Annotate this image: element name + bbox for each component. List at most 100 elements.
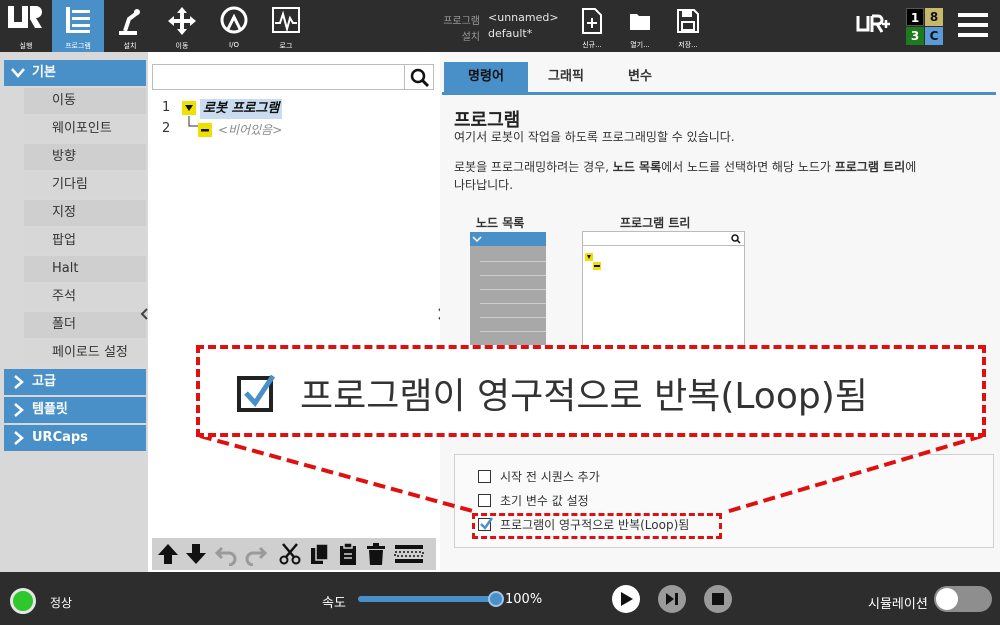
undo-icon[interactable] — [214, 542, 238, 566]
empty-node-icon — [198, 123, 212, 137]
simulation-label: 시뮬레이션 — [868, 597, 928, 612]
callout-pointer — [199, 434, 983, 514]
category-advanced[interactable]: 고급 — [4, 369, 146, 395]
step-icon — [666, 593, 678, 605]
tab-variables[interactable]: 변수 — [604, 62, 676, 92]
category-basic-label: 기본 — [32, 65, 56, 80]
category-advanced-label: 고급 — [32, 374, 56, 389]
io-icon — [220, 6, 248, 34]
step-button[interactable] — [658, 585, 686, 613]
installation-name: default* — [488, 27, 533, 40]
io-status-c: C — [925, 27, 943, 45]
speed-label: 속도 — [322, 596, 346, 611]
save-label: 저장... — [678, 41, 698, 49]
diagram-program-tree-title: 프로그램 트리 — [620, 216, 691, 230]
redo-icon[interactable] — [244, 542, 268, 566]
diagram-program-tree — [582, 231, 745, 347]
hamburger-menu-icon[interactable] — [958, 12, 988, 38]
category-urcaps[interactable]: URCaps — [4, 425, 146, 451]
chevron-down-icon — [11, 68, 25, 78]
tab-log[interactable]: 로그 — [260, 0, 312, 52]
tab-io[interactable]: I/O — [208, 0, 260, 52]
open-button[interactable]: 열기... — [618, 0, 662, 52]
stop-button[interactable] — [704, 585, 732, 613]
move-down-icon[interactable] — [184, 542, 208, 566]
footer-bar: 정상 속도 100% 시뮬레이션 — [0, 572, 1000, 625]
robot-program-label: 로봇 프로그램 — [200, 99, 283, 119]
description-2-node-list: 노드 목록 — [612, 160, 662, 174]
open-label: 열기... — [630, 41, 650, 49]
new-label: 신규... — [582, 41, 602, 49]
tab-run[interactable]: 실행 — [0, 0, 52, 52]
checkbox-checked-icon — [237, 374, 276, 412]
node-item-folder[interactable]: 폴더 — [24, 312, 146, 338]
node-item-wait[interactable]: 기다림 — [24, 172, 146, 198]
empty-node-label: <비어있음> — [218, 123, 283, 137]
category-templates[interactable]: 템플릿 — [4, 397, 146, 423]
node-item-set-payload[interactable]: 페이로드 설정 — [24, 340, 146, 366]
program-label: 프로그램 — [443, 16, 480, 27]
tab-run-label: 실행 — [19, 42, 33, 50]
highlight-box — [472, 513, 722, 539]
copy-icon[interactable] — [308, 542, 332, 566]
robot-status-text: 정상 — [50, 596, 73, 610]
node-item-direction[interactable]: 방향 — [24, 144, 146, 170]
stop-icon — [712, 593, 724, 605]
tab-installation[interactable]: 설치 — [104, 0, 156, 52]
callout-text: 프로그램이 영구적으로 반복(Loop)됨 — [300, 376, 868, 417]
io-status-3: 3 — [906, 27, 924, 45]
chevron-right-icon — [14, 431, 24, 445]
new-button[interactable]: 신규... — [570, 0, 614, 52]
tab-move-label: 이동 — [175, 42, 189, 50]
move-up-icon[interactable] — [156, 542, 180, 566]
description-2-text: 에서 노드를 선택하면 해당 노드가 — [661, 160, 835, 174]
tab-graphics[interactable]: 그래픽 — [528, 62, 604, 92]
node-item-halt[interactable]: Halt — [24, 256, 146, 282]
save-button[interactable]: 저장... — [666, 0, 710, 52]
node-item-waypoint[interactable]: 웨이포인트 — [24, 116, 146, 142]
diagram-node-rows — [480, 248, 546, 347]
tab-command[interactable]: 명령어 — [444, 62, 528, 92]
tab-installation-label: 설치 — [123, 42, 137, 50]
node-item-popup[interactable]: 팝업 — [24, 228, 146, 254]
program-icon — [66, 7, 90, 33]
tree-search-button[interactable] — [404, 64, 434, 90]
delete-icon[interactable] — [364, 542, 388, 566]
chevron-right-icon — [14, 375, 24, 389]
speed-slider-handle[interactable] — [488, 591, 504, 607]
simulation-toggle[interactable] — [934, 586, 992, 612]
io-status-1: 1 — [906, 8, 924, 26]
zoom-callout: 프로그램이 영구적으로 반복(Loop)됨 — [196, 345, 986, 437]
tab-log-label: 로그 — [279, 42, 293, 50]
diagram-node-list — [470, 232, 546, 347]
tree-node-empty[interactable]: <비어있음> — [198, 121, 298, 139]
category-urcaps-label: URCaps — [32, 430, 88, 445]
tab-program[interactable]: 프로그램 — [52, 0, 104, 52]
play-button[interactable] — [612, 585, 640, 613]
description-2: 로봇을 프로그래밍하려는 경우, 노드 목록에서 노드를 선택하면 해당 노드가… — [454, 158, 994, 194]
play-icon — [621, 592, 633, 606]
tab-underline — [442, 92, 996, 95]
urplus-icon[interactable] — [856, 14, 892, 38]
io-status-8: 8 — [925, 8, 943, 26]
search-icon — [410, 68, 430, 88]
node-list-panel: 기본 이동 웨이포인트 방향 기다림 지정 팝업 Halt 주석 폴더 페이로드… — [0, 52, 148, 572]
description-2-program-tree: 프로그램 트리 — [834, 160, 906, 174]
diagram-node-list-title: 노드 목록 — [476, 216, 525, 230]
node-item-move[interactable]: 이동 — [24, 88, 146, 114]
line-number: 1 — [162, 100, 171, 115]
category-basic[interactable]: 기본 — [4, 60, 146, 86]
node-item-comment[interactable]: 주석 — [24, 284, 146, 310]
robot-status-indicator[interactable] — [10, 588, 36, 614]
collapse-triangle-icon — [182, 101, 196, 115]
tree-search-input[interactable] — [152, 64, 430, 90]
speed-value: 100% — [505, 592, 543, 607]
suppress-icon[interactable] — [394, 542, 424, 566]
paste-icon[interactable] — [336, 542, 360, 566]
cut-icon[interactable] — [278, 542, 302, 566]
tab-move[interactable]: 이동 — [156, 0, 208, 52]
node-item-set[interactable]: 지정 — [24, 200, 146, 226]
empty-node-icon — [593, 262, 601, 270]
speed-slider[interactable] — [358, 596, 496, 602]
folder-icon — [630, 14, 650, 30]
